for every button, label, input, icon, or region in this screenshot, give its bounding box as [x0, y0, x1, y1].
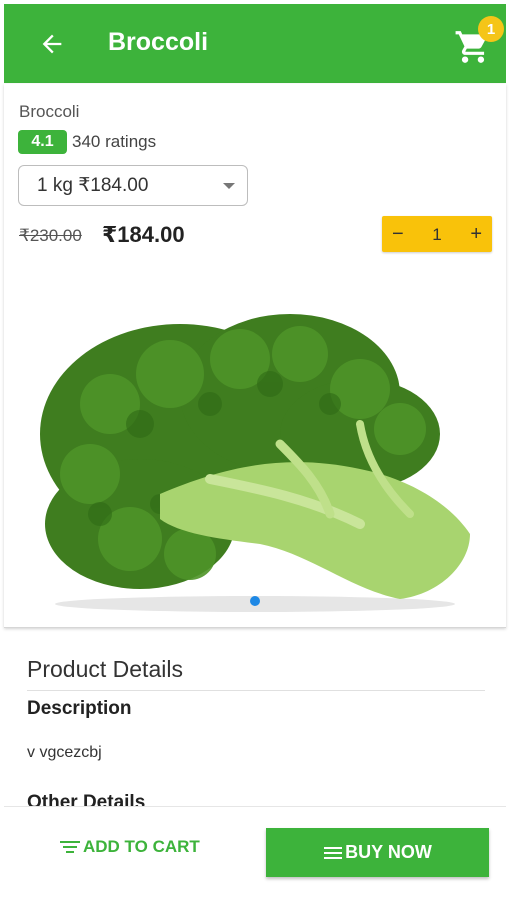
original-price: ₹230.00 — [19, 226, 82, 245]
rating-badge: 4.1 — [18, 130, 67, 154]
image-pager-dot[interactable] — [250, 596, 260, 606]
other-details-heading: Other Details — [27, 792, 146, 806]
variant-dropdown[interactable]: 1 kg ₹184.00 — [18, 165, 248, 206]
app-bar: Broccoli 1 — [4, 4, 506, 83]
page-title: Broccoli — [108, 28, 209, 56]
back-button[interactable] — [34, 26, 70, 62]
quantity-value: 1 — [432, 224, 442, 244]
increment-button[interactable]: + — [470, 224, 482, 244]
description-heading: Description — [27, 698, 132, 719]
filter-lines-icon — [60, 841, 80, 853]
description-text: v vgcezcbj — [27, 744, 102, 761]
sale-price: ₹184.00 — [102, 222, 185, 247]
menu-lines-icon — [324, 846, 343, 859]
arrow-left-icon — [42, 34, 62, 54]
dropdown-caret-icon — [223, 183, 235, 189]
cart-count-badge: 1 — [478, 16, 504, 42]
divider — [27, 690, 485, 691]
product-details-section: Product Details Description v vgcezcbj O… — [4, 636, 506, 806]
variant-selected-value: 1 kg ₹184.00 — [37, 175, 149, 196]
buy-now-button[interactable]: BUY NOW — [266, 828, 489, 877]
bottom-action-bar: ADD TO CART BUY NOW — [4, 806, 506, 896]
quantity-stepper: − 1 + — [382, 216, 492, 252]
product-image — [40, 314, 470, 612]
buy-now-label: BUY NOW — [345, 842, 432, 862]
add-to-cart-label: ADD TO CART — [83, 837, 200, 856]
decrement-button[interactable]: − — [392, 224, 404, 244]
ratings-count: 340 ratings — [72, 132, 157, 151]
details-title: Product Details — [27, 656, 183, 682]
add-to-cart-button[interactable]: ADD TO CART — [59, 837, 200, 857]
product-name: Broccoli — [19, 102, 80, 121]
